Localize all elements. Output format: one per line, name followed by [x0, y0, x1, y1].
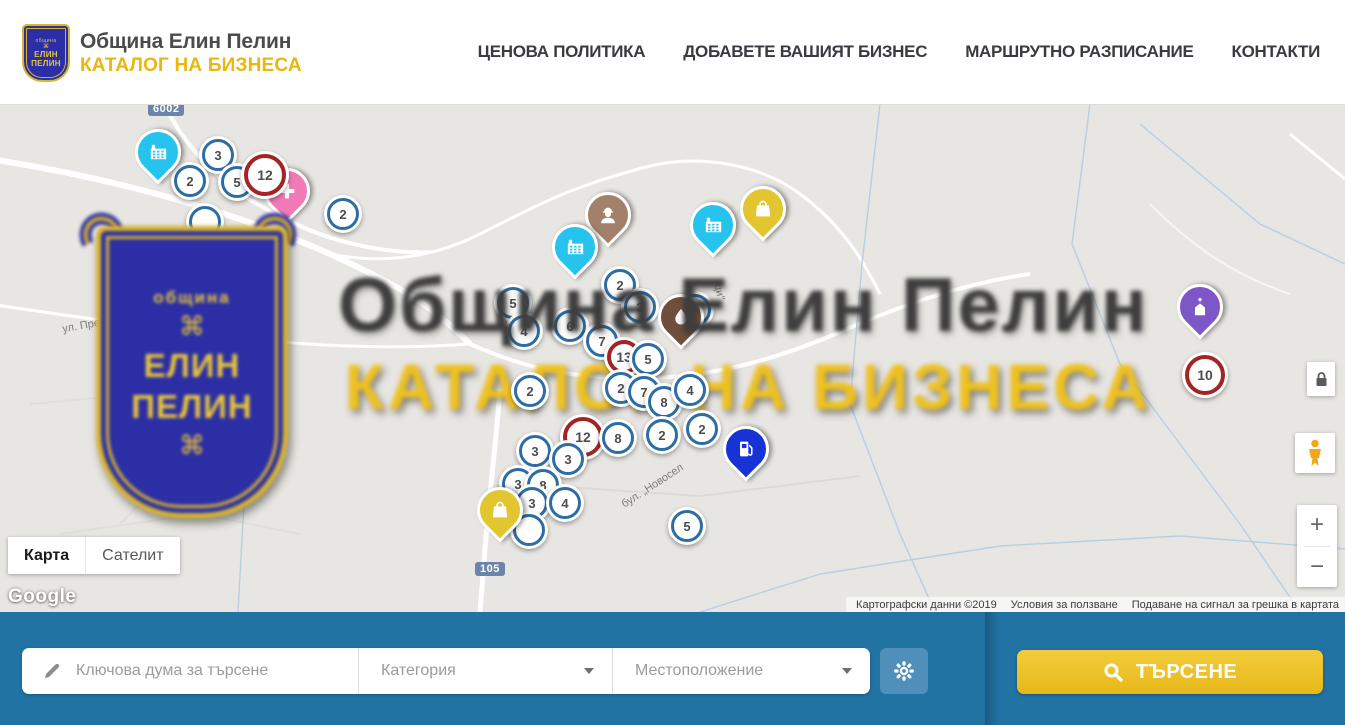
- cluster-count: 2: [324, 195, 362, 233]
- searchbar-divider-shade: [985, 612, 999, 725]
- fuel-pump-icon: [726, 429, 766, 469]
- nav-item-pricing[interactable]: ЦЕНОВА ПОЛИТИКА: [478, 42, 646, 62]
- nav-item-contacts[interactable]: КОНТАКТИ: [1232, 42, 1320, 62]
- pegman-icon: [1306, 439, 1324, 467]
- map-cluster-marker[interactable]: 2: [683, 410, 721, 448]
- factory-icon: [138, 132, 178, 172]
- map-cluster-marker[interactable]: 5: [668, 507, 706, 545]
- keyword-cell: [22, 648, 358, 694]
- page: община ⌘ ЕЛИН ПЕЛИН Община Елин Пелин КА…: [0, 0, 1345, 725]
- location-select-value: Местоположение: [635, 662, 763, 680]
- map-type-map-button[interactable]: Карта: [8, 537, 86, 574]
- map-cluster-marker[interactable]: 4: [546, 484, 584, 522]
- advanced-search-button[interactable]: [880, 648, 928, 694]
- cluster-count: 12: [241, 151, 289, 199]
- map-type-control: Карта Сателит: [8, 537, 180, 574]
- site-title: Община Елин Пелин: [80, 30, 302, 54]
- zoom-control: + −: [1297, 505, 1337, 587]
- watermark-crest: община ⌘ ЕЛИНПЕЛИН ⌘: [96, 226, 288, 518]
- chevron-down-icon: [584, 668, 594, 674]
- main-nav: ЦЕНОВА ПОЛИТИКА ДОБАВЕТЕ ВАШИЯТ БИЗНЕС М…: [478, 0, 1320, 104]
- cluster-count: 2: [643, 416, 681, 454]
- map-type-satellite-button[interactable]: Сателит: [86, 537, 179, 574]
- cluster-count: 4: [671, 371, 709, 409]
- category-select[interactable]: Категория: [358, 648, 612, 694]
- pencil-icon: [42, 661, 62, 681]
- municipality-crest-icon: община ⌘ ЕЛИН ПЕЛИН: [22, 24, 70, 82]
- factory-icon: [693, 205, 733, 245]
- map-attribution: Картографски данни ©2019 Условия за полз…: [846, 597, 1345, 612]
- cluster-count: 2: [683, 410, 721, 448]
- cluster-count: 5: [668, 507, 706, 545]
- zoom-out-button[interactable]: −: [1297, 547, 1337, 588]
- map-cluster-marker[interactable]: 2: [324, 195, 362, 233]
- crest-name: ЕЛИНПЕЛИН: [131, 345, 252, 428]
- cluster-count: 4: [546, 484, 584, 522]
- gear-icon: [893, 660, 915, 682]
- crest-name-line2: ПЕЛИН: [31, 59, 61, 68]
- keyword-search-input[interactable]: [74, 661, 328, 681]
- map-cluster-marker[interactable]: 12: [241, 151, 289, 199]
- search-form-group: Категория Местоположение: [22, 648, 870, 694]
- map-pin-factory[interactable]: [680, 192, 745, 257]
- cluster-count: 10: [1182, 352, 1228, 398]
- map-cluster-marker[interactable]: 4: [671, 371, 709, 409]
- map-cluster-marker[interactable]: 10: [1182, 352, 1228, 398]
- lock-button[interactable]: [1307, 362, 1335, 396]
- google-logo[interactable]: Google: [8, 586, 76, 608]
- lock-icon: [1315, 372, 1328, 387]
- search-button-label: ТЪРСЕНЕ: [1136, 661, 1238, 684]
- map-pin-shopping-bag[interactable]: [730, 176, 795, 241]
- shopping-bag-icon: [480, 490, 520, 530]
- site-logo[interactable]: община ⌘ ЕЛИН ПЕЛИН Община Елин Пелин КА…: [22, 24, 302, 82]
- crest-town-label: община: [153, 288, 230, 308]
- chevron-down-icon: [842, 668, 852, 674]
- category-select-value: Категория: [381, 662, 456, 680]
- google-map[interactable]: 6002105 ул. Преславбул. „Новоселци" КАТА…: [0, 104, 1345, 612]
- search-submit-button[interactable]: ТЪРСЕНЕ: [1017, 650, 1323, 694]
- crest-name-line1: ЕЛИН: [34, 50, 58, 59]
- nav-item-schedule[interactable]: МАРШРУТНО РАЗПИСАНИЕ: [965, 42, 1193, 62]
- crest-ornament: ⌘: [179, 316, 205, 337]
- map-cluster-marker[interactable]: 2: [643, 416, 681, 454]
- header: община ⌘ ЕЛИН ПЕЛИН Община Елин Пелин КА…: [0, 0, 1345, 105]
- nav-item-add-business[interactable]: ДОБАВЕТЕ ВАШИЯТ БИЗНЕС: [683, 42, 927, 62]
- report-error-link[interactable]: Подаване на сигнал за грешка в картата: [1132, 599, 1339, 611]
- shopping-bag-icon: [743, 189, 783, 229]
- search-bar: Категория Местоположение ТЪРСЕНЕ: [0, 612, 1345, 725]
- location-select[interactable]: Местоположение: [612, 648, 870, 694]
- cluster-count: 2: [511, 372, 549, 410]
- logo-text: Община Елин Пелин КАТАЛОГ НА БИЗНЕСА: [80, 30, 302, 77]
- crest-ornament-bottom: ⌘: [179, 435, 205, 456]
- zoom-in-button[interactable]: +: [1297, 505, 1337, 546]
- pegman-button[interactable]: [1295, 433, 1335, 473]
- watermark-title: Община Елин Пелин: [338, 262, 1258, 349]
- site-subtitle: КАТАЛОГ НА БИЗНЕСА: [80, 55, 302, 77]
- search-icon: [1103, 662, 1124, 683]
- map-cluster-marker[interactable]: 2: [511, 372, 549, 410]
- map-pin-fuel-pump[interactable]: [713, 416, 778, 481]
- map-cluster-marker[interactable]: 8: [599, 419, 637, 457]
- factory-icon: [555, 227, 595, 267]
- terms-link[interactable]: Условия за ползване: [1011, 599, 1118, 611]
- cluster-count: 8: [599, 419, 637, 457]
- attribution-copyright: Картографски данни ©2019: [856, 599, 997, 611]
